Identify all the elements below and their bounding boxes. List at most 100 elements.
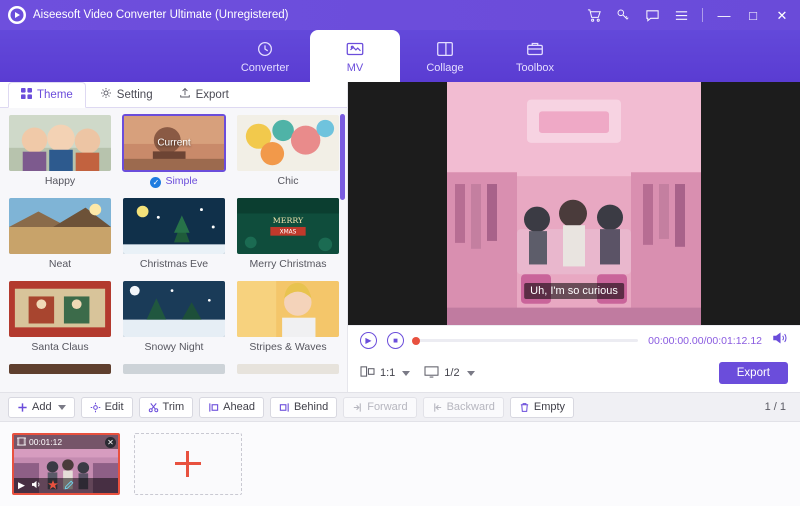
- theme-current-badge: Current: [124, 138, 224, 149]
- chevron-down-icon[interactable]: [402, 371, 410, 376]
- theme-scrollbar-thumb[interactable]: [340, 114, 345, 200]
- theme-item-partial-1[interactable]: [8, 363, 112, 375]
- clip-close-icon[interactable]: ✕: [105, 437, 116, 448]
- playback-handle[interactable]: [412, 337, 420, 345]
- theme-item-chic[interactable]: Chic: [236, 114, 340, 189]
- subtab-setting[interactable]: Setting: [88, 82, 165, 107]
- playback-progress[interactable]: [414, 339, 638, 342]
- theme-thumbnail-selected[interactable]: Current: [122, 114, 226, 172]
- main-area: Theme Setting: [0, 82, 800, 392]
- theme-thumbnail[interactable]: [8, 280, 112, 338]
- subtab-export[interactable]: Export: [167, 82, 241, 107]
- theme-thumbnail[interactable]: [122, 197, 226, 255]
- aspect-ratio-icon: [360, 365, 375, 381]
- theme-item-merry-christmas[interactable]: MERRY XMAS Merry Christmas: [236, 197, 340, 272]
- theme-item-happy[interactable]: Happy: [8, 114, 112, 189]
- theme-item-snowy-night[interactable]: Snowy Night: [122, 280, 226, 355]
- add-button-label: Add: [32, 401, 52, 413]
- video-subtitle: Uh, I'm so curious: [524, 283, 624, 299]
- clip-play-icon[interactable]: ▶: [18, 480, 25, 491]
- theme-label: Santa Claus: [8, 341, 112, 355]
- theme-item-santa-claus[interactable]: Santa Claus: [8, 280, 112, 355]
- theme-label: Merry Christmas: [236, 258, 340, 272]
- gear-icon: [100, 87, 112, 102]
- theme-item-simple[interactable]: Current ✓Simple: [122, 114, 226, 189]
- clip-volume-icon[interactable]: [31, 480, 42, 491]
- trim-icon: [148, 402, 159, 413]
- theme-item-christmas-eve[interactable]: Christmas Eve: [122, 197, 226, 272]
- key-icon[interactable]: [615, 7, 631, 23]
- theme-subtabs: Theme Setting: [0, 82, 347, 108]
- edit-icon: [90, 402, 101, 413]
- theme-thumbnail[interactable]: [236, 363, 340, 375]
- add-clip-slot[interactable]: [134, 433, 242, 495]
- add-button[interactable]: Add: [8, 397, 75, 418]
- clip-effect-icon[interactable]: [48, 480, 58, 492]
- theme-item-stripes-waves[interactable]: Stripes & Waves: [236, 280, 340, 355]
- close-button[interactable]: ✕: [774, 7, 790, 23]
- behind-button-label: Behind: [294, 401, 328, 413]
- title-bar: Aiseesoft Video Converter Ultimate (Unre…: [0, 0, 800, 30]
- theme-label: Snowy Night: [122, 341, 226, 355]
- clip-edit-icon[interactable]: [64, 480, 74, 492]
- theme-item-partial-2[interactable]: [122, 363, 226, 375]
- behind-button[interactable]: Behind: [270, 397, 337, 418]
- forward-icon: [352, 402, 363, 413]
- timeline-clip[interactable]: 00:01:12 ✕ ▶: [12, 433, 120, 495]
- trim-button[interactable]: Trim: [139, 397, 194, 418]
- edit-button[interactable]: Edit: [81, 397, 133, 418]
- video-preview[interactable]: Uh, I'm so curious: [348, 82, 800, 325]
- menu-icon[interactable]: [673, 7, 689, 23]
- playback-controls: ▶ ■ 00:00:00.00/00:01:12.12: [348, 325, 800, 354]
- theme-thumbnail[interactable]: [122, 280, 226, 338]
- minimize-button[interactable]: —: [716, 7, 732, 23]
- app-body: Theme Setting: [0, 82, 800, 506]
- stop-icon[interactable]: ■: [387, 332, 404, 349]
- clip-tool-bar: ▶: [14, 478, 118, 493]
- aspect-ratio-select[interactable]: 1:1: [360, 365, 410, 381]
- export-button[interactable]: Export: [719, 362, 788, 384]
- theme-thumbnail[interactable]: [236, 280, 340, 338]
- chevron-down-icon[interactable]: [58, 405, 66, 410]
- cart-icon[interactable]: [586, 7, 602, 23]
- theme-thumbnail[interactable]: [8, 197, 112, 255]
- main-nav: Converter MV Collage To: [0, 30, 800, 82]
- empty-button[interactable]: Empty: [510, 397, 574, 418]
- tab-mv[interactable]: MV: [310, 30, 400, 82]
- theme-label: Chic: [236, 175, 340, 189]
- forward-button[interactable]: Forward: [343, 397, 416, 418]
- ahead-button[interactable]: Ahead: [199, 397, 264, 418]
- theme-item-partial-3[interactable]: [236, 363, 340, 375]
- tab-collage[interactable]: Collage: [400, 30, 490, 82]
- theme-label: Stripes & Waves: [236, 341, 340, 355]
- app-title: Aiseesoft Video Converter Ultimate (Unre…: [33, 9, 288, 21]
- theme-thumbnail[interactable]: [122, 363, 226, 375]
- subtab-theme[interactable]: Theme: [8, 82, 86, 108]
- tab-converter[interactable]: Converter: [220, 30, 310, 82]
- zoom-select[interactable]: 1/2: [424, 365, 474, 381]
- theme-thumbnail[interactable]: [8, 114, 112, 172]
- theme-label-selected: ✓Simple: [122, 175, 226, 189]
- empty-button-label: Empty: [534, 401, 565, 413]
- subtab-export-label: Export: [196, 89, 229, 101]
- play-icon[interactable]: ▶: [360, 332, 377, 349]
- chat-icon[interactable]: [644, 7, 660, 23]
- preview-toolbar: 1:1 1/2 Export: [348, 355, 800, 392]
- theme-item-neat[interactable]: Neat: [8, 197, 112, 272]
- plus-icon[interactable]: [175, 451, 201, 477]
- volume-icon[interactable]: [772, 331, 788, 350]
- chevron-down-icon[interactable]: [467, 371, 475, 376]
- maximize-button[interactable]: □: [745, 7, 761, 23]
- tab-toolbox[interactable]: Toolbox: [490, 30, 580, 82]
- theme-scrollbar-track[interactable]: [340, 114, 345, 388]
- clip-duration: 00:01:12: [29, 437, 62, 447]
- trim-button-label: Trim: [163, 401, 185, 413]
- app-window: Aiseesoft Video Converter Ultimate (Unre…: [0, 0, 800, 506]
- titlebar-divider: [702, 8, 703, 22]
- svg-text:XMAS: XMAS: [280, 230, 297, 236]
- theme-thumbnail[interactable]: MERRY XMAS: [236, 197, 340, 255]
- theme-thumbnail[interactable]: [8, 363, 112, 375]
- backward-button[interactable]: Backward: [423, 397, 504, 418]
- theme-thumbnail[interactable]: [236, 114, 340, 172]
- tab-toolbox-label: Toolbox: [516, 62, 554, 74]
